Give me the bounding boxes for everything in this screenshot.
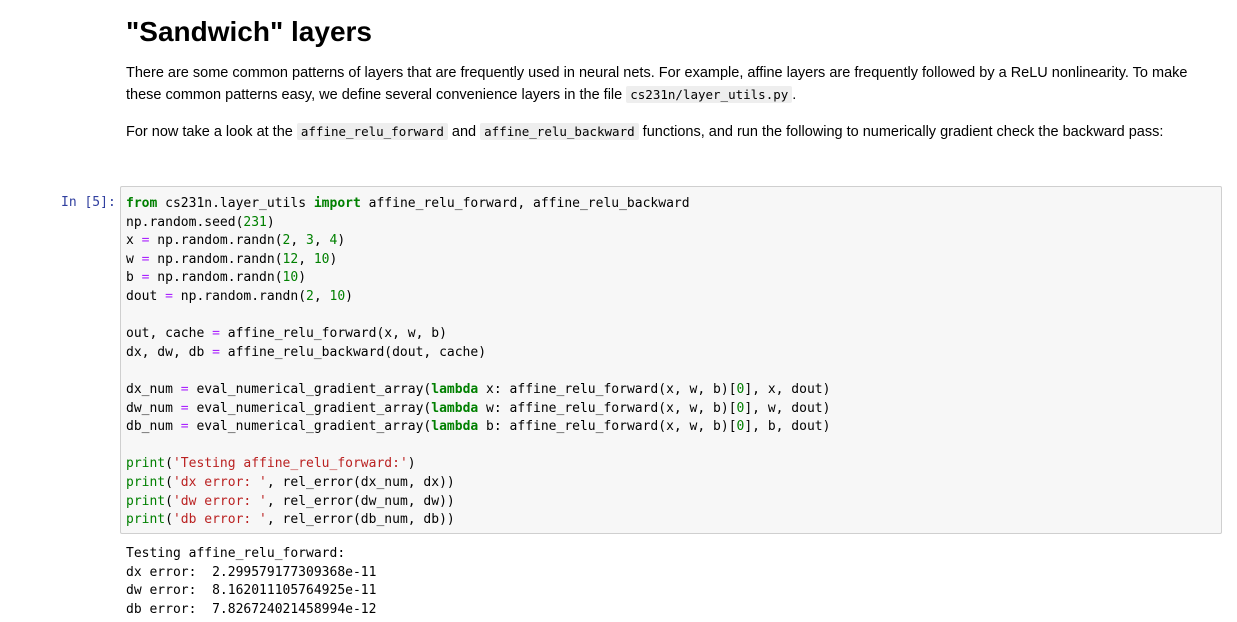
code-line[interactable]: x = np.random.randn(2, 3, 4) — [126, 232, 830, 251]
code-line[interactable]: w = np.random.randn(12, 10) — [126, 251, 830, 270]
code-line[interactable]: dx, dw, db = affine_relu_backward(dout, … — [126, 344, 830, 363]
instruction-end: functions, and run the following to nume… — [638, 124, 1164, 140]
inline-code-forward: affine_relu_forward — [296, 123, 448, 140]
code-line[interactable]: np.random.seed(231) — [126, 214, 830, 233]
code-line[interactable]: b = np.random.randn(10) — [126, 269, 830, 288]
code-line[interactable] — [126, 437, 830, 456]
section-title: "Sandwich" layers — [126, 16, 372, 47]
code-line[interactable]: dout = np.random.randn(2, 10) — [126, 288, 830, 307]
code-editor[interactable]: from cs231n.layer_utils import affine_re… — [120, 186, 1222, 534]
cell-output: Testing affine_relu_forward:dx error: 2.… — [126, 545, 376, 619]
code-line[interactable] — [126, 307, 830, 326]
code-line[interactable]: dx_num = eval_numerical_gradient_array(l… — [126, 381, 830, 400]
inline-code-backward: affine_relu_backward — [480, 123, 639, 140]
code-line[interactable]: print('dw error: ', rel_error(dw_num, dw… — [126, 493, 830, 512]
instruction-start: For now take a look at the — [126, 124, 297, 140]
code-lines[interactable]: from cs231n.layer_utils import affine_re… — [126, 195, 830, 530]
code-line[interactable]: from cs231n.layer_utils import affine_re… — [126, 195, 830, 214]
code-line[interactable]: out, cache = affine_relu_forward(x, w, b… — [126, 325, 830, 344]
code-line[interactable]: print('db error: ', rel_error(db_num, db… — [126, 511, 830, 530]
markdown-cell: "Sandwich" layers There are some common … — [126, 14, 1221, 140]
instruction-paragraph: For now take a look at the affine_relu_f… — [126, 121, 1221, 143]
code-line[interactable]: print('Testing affine_relu_forward:') — [126, 455, 830, 474]
code-line[interactable]: dw_num = eval_numerical_gradient_array(l… — [126, 400, 830, 419]
output-line: dw error: 8.162011105764925e-11 — [126, 583, 377, 599]
output-line: db error: 7.826724021458994e-12 — [126, 601, 377, 617]
intro-end: . — [792, 87, 797, 103]
intro-paragraph: There are some common patterns of layers… — [126, 62, 1221, 106]
inline-code-layer-utils: cs231n/layer_utils.py — [626, 86, 793, 103]
output-line: dx error: 2.299579177309368e-11 — [126, 564, 377, 580]
code-line[interactable]: print('dx error: ', rel_error(dx_num, dx… — [126, 474, 830, 493]
input-prompt: In [5]: — [61, 195, 116, 210]
code-line[interactable]: db_num = eval_numerical_gradient_array(l… — [126, 418, 830, 437]
instruction-mid: and — [447, 124, 481, 140]
code-line[interactable] — [126, 362, 830, 381]
output-line: Testing affine_relu_forward: — [126, 546, 346, 561]
